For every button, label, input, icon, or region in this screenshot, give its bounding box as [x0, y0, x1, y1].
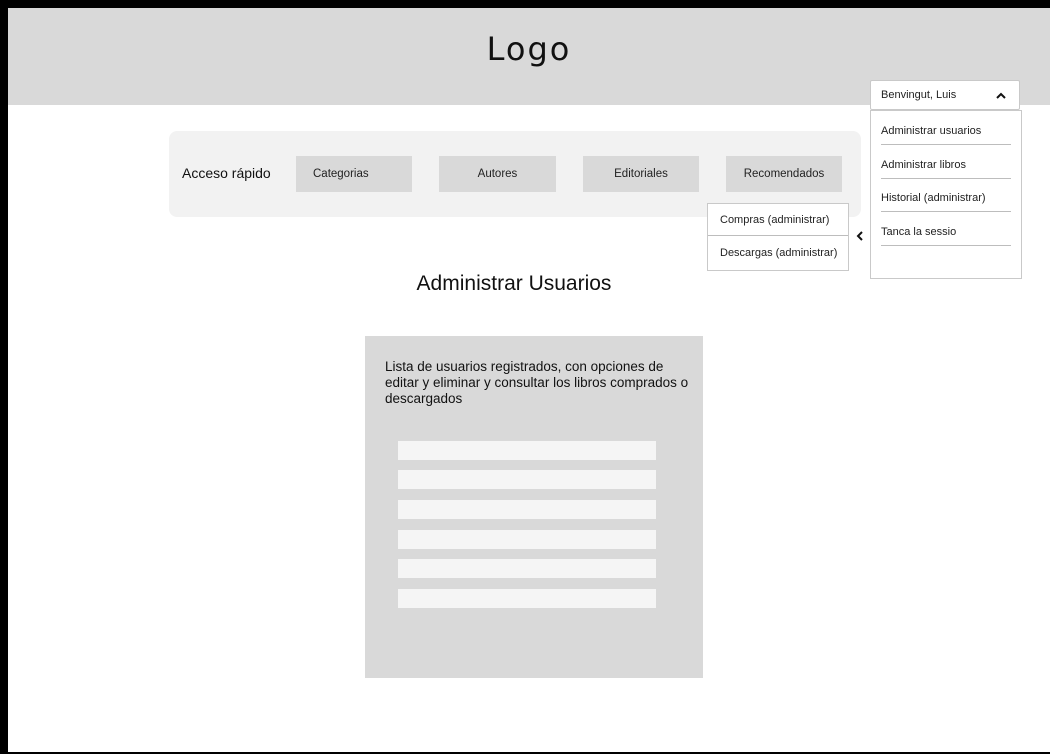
chevron-left-icon[interactable]	[856, 231, 864, 241]
user-menu-item-administrar-libros[interactable]: Administrar libros	[881, 147, 1011, 179]
user-row[interactable]	[398, 500, 656, 519]
user-row[interactable]	[398, 470, 656, 489]
page-title: Administrar Usuarios	[416, 272, 612, 295]
categorias-button[interactable]: Categorias	[296, 156, 412, 192]
chevron-up-icon	[996, 92, 1006, 99]
quick-access-label: Acceso rápido	[182, 165, 271, 181]
app-frame: Logo Benvingut, Luis Administrar usuario…	[8, 8, 1050, 752]
user-row[interactable]	[398, 530, 656, 549]
user-menu-item-historial[interactable]: Historial (administrar)	[881, 180, 1011, 212]
user-menu: Administrar usuarios Administrar libros …	[870, 110, 1022, 279]
user-row[interactable]	[398, 589, 656, 608]
users-panel-description: Lista de usuarios registrados, con opcio…	[385, 359, 689, 406]
user-row[interactable]	[398, 559, 656, 578]
logo: Logo	[486, 30, 572, 68]
users-panel: Lista de usuarios registrados, con opcio…	[365, 336, 703, 678]
user-row[interactable]	[398, 441, 656, 460]
autores-button[interactable]: Autores	[439, 156, 556, 192]
submenu-item-compras[interactable]: Compras (administrar)	[708, 204, 848, 236]
submenu-item-descargas[interactable]: Descargas (administrar)	[708, 237, 848, 269]
user-menu-item-administrar-usuarios[interactable]: Administrar usuarios	[881, 113, 1011, 145]
user-menu-item-logout[interactable]: Tanca la sessio	[881, 214, 1011, 246]
editoriales-button[interactable]: Editoriales	[583, 156, 699, 192]
user-menu-dropdown[interactable]: Benvingut, Luis	[870, 80, 1020, 110]
recomendados-button[interactable]: Recomendados	[726, 156, 842, 192]
recomendados-submenu: Compras (administrar) Descargas (adminis…	[707, 203, 849, 271]
user-name: Benvingut, Luis	[881, 89, 957, 101]
